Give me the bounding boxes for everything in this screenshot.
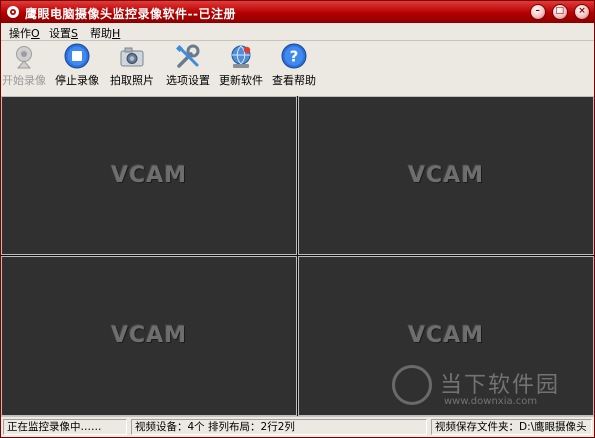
video-pane-label: VCAM xyxy=(407,162,485,188)
video-pane-2[interactable]: VCAM xyxy=(298,96,594,255)
help-label: 查看帮助 xyxy=(272,74,316,87)
update-button[interactable]: 更新软件 xyxy=(216,41,266,96)
watermark-logo-icon xyxy=(392,365,432,405)
status-bar: 正在监控录像中…… 视频设备：4个 排列布局：2行2列 视频保存文件夹：D:\鹰… xyxy=(1,416,594,437)
title-bar[interactable]: 鹰眼电脑摄像头监控录像软件--已注册 – □ × xyxy=(1,1,594,23)
window-title: 鹰眼电脑摄像头监控录像软件--已注册 xyxy=(25,7,236,21)
watermark-title: 当下软件园 xyxy=(440,373,561,398)
start-record-label: 开始录像 xyxy=(2,74,46,87)
close-button[interactable]: × xyxy=(574,4,590,20)
menu-help-label: 帮助 xyxy=(90,27,112,40)
stop-record-button[interactable]: 停止录像 xyxy=(53,41,101,96)
globe-update-icon xyxy=(231,45,251,68)
maximize-icon: □ xyxy=(555,6,565,16)
menu-settings-label: 设置 xyxy=(49,27,71,40)
watermark: 当下软件园 www.downxia.com xyxy=(392,363,572,415)
video-pane-3[interactable]: VCAM xyxy=(1,256,297,416)
stop-icon xyxy=(64,43,90,69)
close-icon: × xyxy=(578,6,586,16)
menu-operate-accel: O xyxy=(31,27,40,40)
camera-icon xyxy=(120,47,144,67)
video-pane-1[interactable]: VCAM xyxy=(1,96,297,255)
tools-icon xyxy=(175,44,200,68)
status-save-folder: 视频保存文件夹：D:\鹰眼摄像头 xyxy=(431,419,592,435)
menu-help-accel: H xyxy=(112,27,121,40)
video-pane-label: VCAM xyxy=(407,323,485,348)
help-icon: ? xyxy=(281,43,307,69)
help-button[interactable]: ? 查看帮助 xyxy=(269,41,319,96)
options-button[interactable]: 选项设置 xyxy=(163,41,213,96)
watermark-url: www.downxia.com xyxy=(444,396,538,407)
snapshot-label: 拍取照片 xyxy=(110,74,154,87)
video-pane-label: VCAM xyxy=(110,162,188,188)
webcam-icon xyxy=(16,46,32,69)
minimize-icon: – xyxy=(535,6,540,16)
menu-help[interactable]: 帮助H xyxy=(90,25,120,41)
menu-settings[interactable]: 设置S xyxy=(49,25,78,41)
menu-operate[interactable]: 操作O xyxy=(9,25,40,41)
menu-operate-label: 操作 xyxy=(9,27,31,40)
start-record-button[interactable]: 开始录像 xyxy=(1,41,47,96)
stop-record-label: 停止录像 xyxy=(55,74,99,87)
minimize-button[interactable]: – xyxy=(529,4,546,20)
toolbar: 开始录像 停止录像 拍取照片 选项设置 更新软件 ? 查看帮助 xyxy=(1,41,594,96)
app-window: 鹰眼电脑摄像头监控录像软件--已注册 – □ × 操作O 设置S 帮助H 开始录… xyxy=(0,0,595,438)
snapshot-button[interactable]: 拍取照片 xyxy=(107,41,157,96)
menu-bar: 操作O 设置S 帮助H xyxy=(1,23,594,40)
window-controls: – □ × xyxy=(528,4,590,20)
svg-text:?: ? xyxy=(290,48,299,66)
video-pane-label: VCAM xyxy=(110,323,188,348)
menu-settings-accel: S xyxy=(71,27,78,40)
update-label: 更新软件 xyxy=(219,74,263,87)
status-state: 正在监控录像中…… xyxy=(3,419,127,435)
app-icon xyxy=(7,6,19,18)
status-devices: 视频设备：4个 排列布局：2行2列 xyxy=(131,419,427,435)
maximize-button[interactable]: □ xyxy=(551,4,568,20)
options-label: 选项设置 xyxy=(166,74,210,87)
